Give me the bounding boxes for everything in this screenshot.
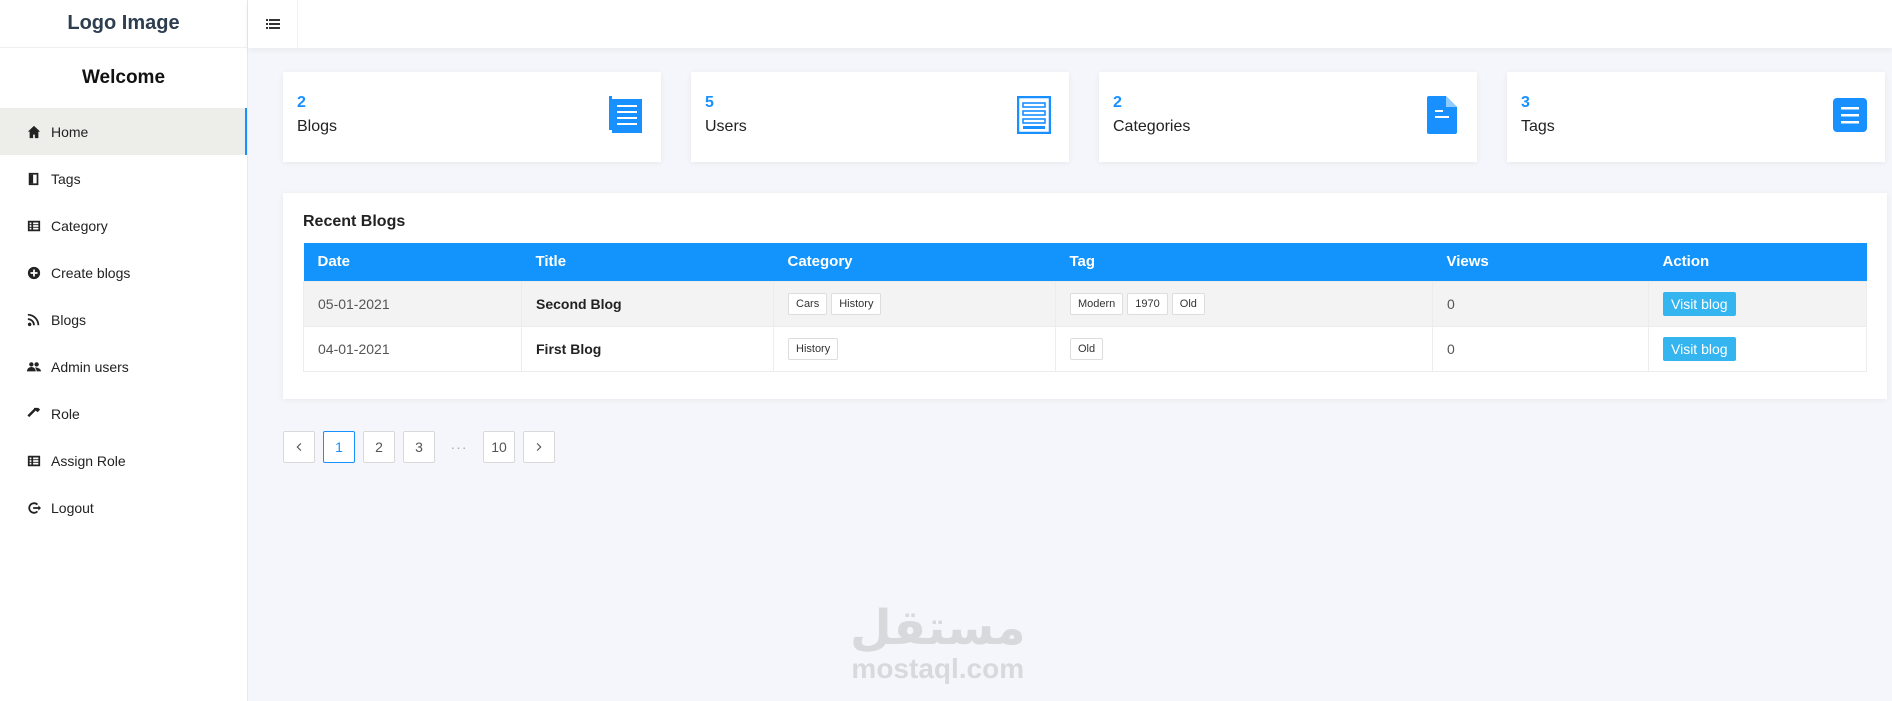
stats-row: 2 Blogs 5 Users 2 Categories 3 Tags: [283, 72, 1885, 162]
hammer-icon: [27, 407, 41, 421]
chevron-right-icon: [536, 443, 542, 451]
pagination-ellipsis[interactable]: ···: [443, 431, 475, 463]
table-row: 05-01-2021 Second Blog Cars History Moder…: [303, 280, 1867, 327]
cell-views: 0: [1432, 280, 1649, 327]
pagination-page[interactable]: 1: [323, 431, 355, 463]
document-lines-icon: [609, 96, 643, 134]
tag-chip[interactable]: 1970: [1127, 292, 1168, 315]
sidebar-item-label: Create blogs: [51, 264, 131, 281]
cell-tag: Old: [1055, 325, 1433, 372]
watermark: مستقل mostaql.com: [850, 602, 1026, 684]
sidebar-item-create-blogs[interactable]: Create blogs: [0, 249, 247, 296]
column-header-action: Action: [1662, 253, 1710, 271]
cell-title: First Blog: [521, 325, 774, 372]
cell-action: Visit blog: [1648, 280, 1867, 327]
visit-blog-button[interactable]: Visit blog: [1663, 336, 1736, 361]
home-icon: [27, 125, 41, 139]
tag-chip[interactable]: Old: [1070, 337, 1104, 360]
visit-blog-button[interactable]: Visit blog: [1663, 291, 1736, 316]
column-header-title: Title: [535, 253, 567, 271]
top-header: [248, 0, 1892, 48]
stat-count: 3: [1521, 94, 1530, 111]
sidebar-item-label: Logout: [51, 499, 94, 516]
logout-icon: [27, 501, 41, 515]
pagination-prev-button[interactable]: [283, 431, 315, 463]
sidebar-item-category[interactable]: Category: [0, 202, 247, 249]
cell-views: 0: [1432, 325, 1649, 372]
table-header-row: Date Title Category Tag Views Action: [303, 243, 1867, 281]
menu-list-icon: [1833, 96, 1867, 134]
sidebar-item-home[interactable]: Home: [0, 108, 247, 155]
table-row: 04-01-2021 First Blog History Old 0 Visi…: [303, 325, 1867, 372]
cell-tag: Modern 1970 Old: [1055, 280, 1433, 327]
column-header-tag: Tag: [1069, 253, 1096, 271]
welcome-heading: Welcome: [81, 67, 166, 88]
watermark-latin: mostaql.com: [851, 653, 1025, 684]
hamburger-icon: [265, 19, 280, 29]
pagination-page-last[interactable]: 10: [483, 431, 515, 463]
sidebar-item-label: Role: [51, 405, 80, 422]
chevron-left-icon: [296, 443, 302, 451]
list-doc-icon: [1016, 95, 1052, 135]
tag-chip[interactable]: Old: [1171, 292, 1205, 315]
stat-card-tags[interactable]: 3 Tags: [1507, 72, 1885, 162]
pagination: 1 2 3 ··· 10: [283, 431, 555, 463]
stat-card-categories[interactable]: 2 Categories: [1099, 72, 1477, 162]
recent-blogs-panel: Recent Blogs Date Title Category Tag Vie…: [283, 193, 1887, 399]
menu-toggle-button[interactable]: [248, 0, 298, 48]
sidebar-item-label: Assign Role: [51, 452, 126, 469]
sidebar-item-label: Home: [51, 123, 89, 140]
sidebar-item-blogs[interactable]: Blogs: [0, 296, 247, 343]
pagination-next-button[interactable]: [523, 431, 555, 463]
category-chip[interactable]: History: [788, 337, 839, 360]
list-icon: [27, 219, 41, 233]
logo[interactable]: Logo Image: [0, 0, 247, 48]
cell-date: 05-01-2021: [303, 280, 522, 327]
panel-title: Recent Blogs: [303, 213, 406, 230]
sidebar-item-label: Blogs: [51, 311, 87, 328]
users-icon: [27, 360, 41, 374]
stat-count: 5: [705, 94, 714, 111]
stat-label: Categories: [1113, 118, 1191, 135]
watermark-arabic: مستقل: [850, 600, 1026, 656]
stat-label: Users: [705, 118, 747, 135]
tag-chip[interactable]: Modern: [1070, 292, 1124, 315]
cell-category: History: [773, 325, 1056, 372]
plus-circle-icon: [27, 266, 41, 280]
file-icon: [1425, 96, 1459, 134]
sidebar-item-assign-role[interactable]: Assign Role: [0, 437, 247, 484]
cell-date: 04-01-2021: [303, 325, 522, 372]
recent-blogs-table: Date Title Category Tag Views Action 05-…: [303, 243, 1867, 372]
sidebar-item-tags[interactable]: Tags: [0, 155, 247, 202]
cell-title: Second Blog: [521, 280, 774, 327]
cell-action: Visit blog: [1648, 325, 1867, 372]
sidebar-item-logout[interactable]: Logout: [0, 484, 247, 531]
stat-count: 2: [1113, 94, 1122, 111]
stat-count: 2: [297, 94, 306, 111]
stat-label: Blogs: [297, 118, 338, 135]
stat-card-users[interactable]: 5 Users: [691, 72, 1069, 162]
column-header-date: Date: [317, 253, 351, 271]
sidebar-item-admin-users[interactable]: Admin users: [0, 343, 247, 390]
pagination-page[interactable]: 3: [403, 431, 435, 463]
sidebar-item-label: Category: [51, 217, 108, 234]
pagination-page[interactable]: 2: [363, 431, 395, 463]
list-icon: [27, 454, 41, 468]
rss-icon: [27, 313, 41, 327]
stat-label: Tags: [1521, 118, 1555, 135]
sidebar: Logo Image Welcome Home Tags Category Cr…: [0, 0, 248, 701]
sidebar-item-role[interactable]: Role: [0, 390, 247, 437]
column-header-category: Category: [787, 253, 853, 271]
category-chip[interactable]: History: [831, 292, 882, 315]
book-icon: [27, 172, 41, 186]
sidebar-item-label: Tags: [51, 170, 81, 187]
sidebar-nav: Home Tags Category Create blogs Blogs Ad…: [0, 108, 247, 531]
column-header-views: Views: [1446, 253, 1489, 271]
sidebar-item-label: Admin users: [51, 358, 129, 375]
category-chip[interactable]: Cars: [788, 292, 828, 315]
stat-card-blogs[interactable]: 2 Blogs: [283, 72, 661, 162]
cell-category: Cars History: [773, 280, 1056, 327]
